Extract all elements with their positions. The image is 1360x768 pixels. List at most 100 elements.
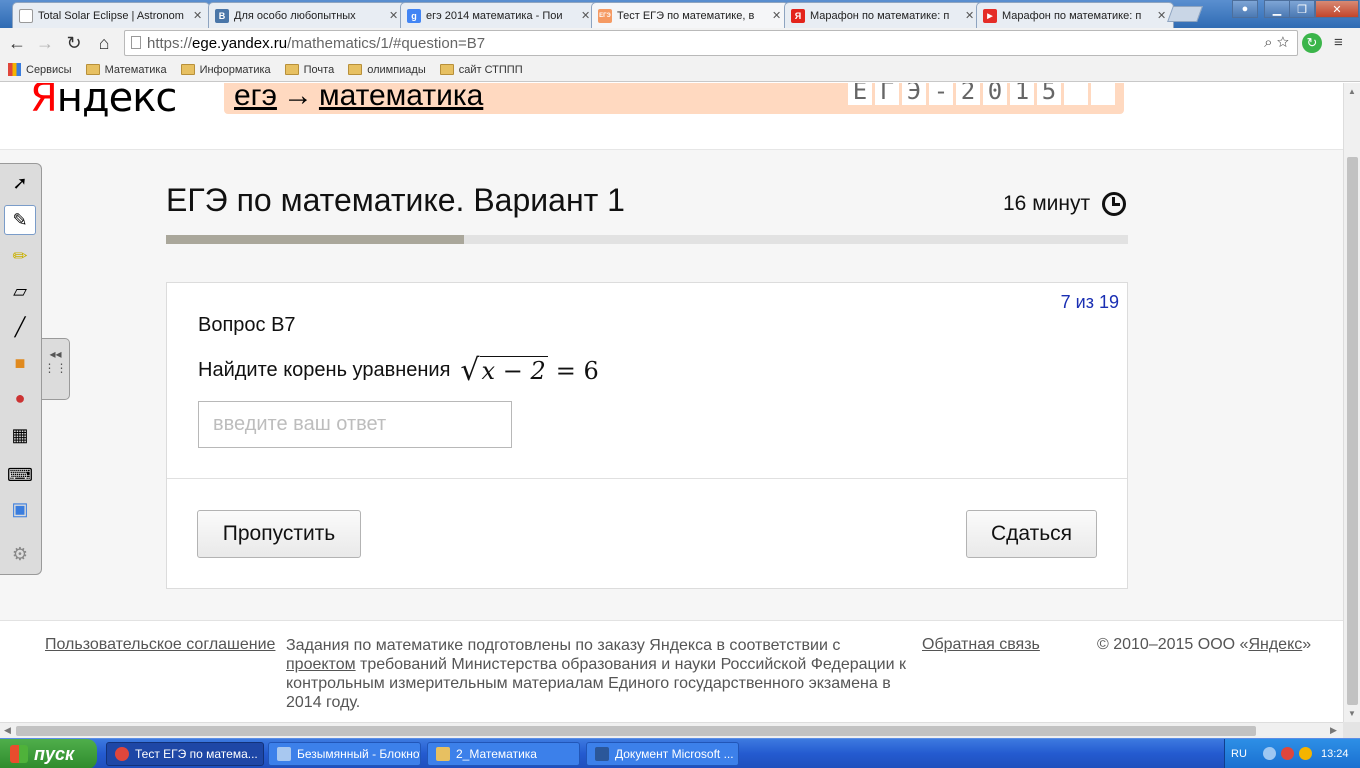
home-icon[interactable]: ⌂ <box>93 32 115 54</box>
breadcrumb: егэ → математика <box>234 83 483 113</box>
question-prompt: Найдите корень уравнения <box>198 359 451 381</box>
profile-icon[interactable]: ● <box>1232 0 1258 18</box>
eraser-icon[interactable]: ▱ <box>4 276 36 306</box>
yandex-icon: Я <box>791 8 805 23</box>
taskbar-item-notepad[interactable]: Безымянный - Блокнот <box>268 742 421 766</box>
scroll-left-icon[interactable]: ◀ <box>4 725 11 736</box>
network-icon[interactable] <box>1263 747 1276 760</box>
project-link[interactable]: проектом <box>286 656 356 673</box>
reload-icon[interactable]: ↻ <box>63 32 85 54</box>
bookmark-folder[interactable]: Информатика <box>180 64 271 76</box>
close-icon[interactable]: ✕ <box>193 9 203 22</box>
breadcrumb-ege-link[interactable]: егэ <box>234 83 277 112</box>
yandex-link[interactable]: Яндекс <box>1248 636 1302 653</box>
skip-button[interactable]: Пропустить <box>197 510 361 558</box>
answer-input[interactable] <box>198 401 512 448</box>
close-icon[interactable]: ✕ <box>581 9 591 22</box>
cursor-icon[interactable]: ➚ <box>4 168 36 198</box>
forward-arrow-icon[interactable]: → <box>34 32 56 54</box>
yandex-logo[interactable]: Яндекс <box>30 83 177 121</box>
pen-icon[interactable]: ✎ <box>4 205 36 235</box>
equation: √ x − 2 = 6 <box>460 353 598 388</box>
menu-icon[interactable]: ≡ <box>1334 34 1350 51</box>
bookmark-folder[interactable]: олимпиады <box>348 64 426 76</box>
folder-icon <box>85 64 100 75</box>
taskbar-item-browser[interactable]: Тест ЕГЭ по матема... <box>106 742 264 766</box>
progress-bar <box>166 235 1128 244</box>
maximize-icon[interactable]: ❐ <box>1289 0 1315 18</box>
windows-logo-icon <box>10 745 28 763</box>
terms-link[interactable]: Пользовательское соглашение <box>45 636 275 654</box>
bookmark-services[interactable]: Сервисы <box>8 63 72 76</box>
browser-tab-2[interactable]: В Для особо любопытных ✕ <box>208 2 406 28</box>
browser-tab-4[interactable]: ЕГЭ Тест ЕГЭ по математике, в ✕ <box>591 2 789 28</box>
bookmark-folder[interactable]: Почта <box>284 64 334 76</box>
page-icon <box>131 36 141 49</box>
horizontal-scrollbar[interactable]: ◀ ▶ <box>0 722 1343 738</box>
fill-icon[interactable]: ● <box>4 383 36 413</box>
browser-tab-1[interactable]: Total Solar Eclipse | Astronom ✕ <box>12 2 210 28</box>
give-up-button[interactable]: Сдаться <box>966 510 1097 558</box>
url-domain: ege.yandex.ru <box>192 34 288 52</box>
header-banner: егэ → математика Е Г Э - 2 0 1 5 <box>224 83 1124 114</box>
bookmark-star-icon[interactable]: ☆ <box>1277 34 1289 51</box>
address-bar[interactable]: https://ege.yandex.ru/mathematics/1/#que… <box>124 30 1298 56</box>
tab-title: Тест ЕГЭ по математике, в <box>617 9 755 22</box>
scroll-down-icon[interactable]: ▼ <box>1348 709 1356 718</box>
start-button[interactable]: пуск <box>0 739 97 768</box>
browser-tab-6[interactable]: ▶ Марафон по математике: п ✕ <box>976 2 1174 28</box>
scroll-thumb[interactable] <box>1347 157 1358 705</box>
close-icon[interactable]: ✕ <box>389 9 399 22</box>
ege-icon: ЕГЭ <box>598 8 612 23</box>
browser-tab-3[interactable]: g егэ 2014 математика - Пои ✕ <box>400 2 598 28</box>
breadcrumb-arrow: → <box>282 83 313 112</box>
footer: Пользовательское соглашение Задания по м… <box>0 621 1343 722</box>
taskbar-item-word[interactable]: Документ Microsoft ... <box>586 742 739 766</box>
vertical-scrollbar[interactable]: ▲ ▼ <box>1343 83 1360 722</box>
bookmark-folder[interactable]: сайт СТППП <box>439 64 523 76</box>
sqrt-sign: √ <box>460 353 480 388</box>
globe-icon <box>19 8 33 23</box>
close-icon[interactable]: ✕ <box>1157 9 1167 22</box>
line-icon[interactable]: ╱ <box>4 312 36 342</box>
taskbar-item-folder[interactable]: 2_Математика <box>427 742 580 766</box>
scroll-right-icon[interactable]: ▶ <box>1330 725 1337 736</box>
timer-label: 16 минут <box>1003 192 1091 215</box>
new-tab-button[interactable] <box>1167 6 1203 22</box>
antivirus-icon[interactable] <box>1281 747 1294 760</box>
calculator-icon[interactable]: ▦ <box>4 420 36 450</box>
browser-tab-5[interactable]: Я Марафон по математике: п ✕ <box>784 2 982 28</box>
google-icon: g <box>407 8 421 23</box>
notes-icon[interactable]: ▣ <box>4 494 36 524</box>
back-arrow-icon[interactable]: ← <box>6 32 28 54</box>
scroll-up-icon[interactable]: ▲ <box>1348 87 1356 96</box>
chrome-icon <box>115 747 129 761</box>
feedback-link[interactable]: Обратная связь <box>922 636 1040 654</box>
page-title: ЕГЭ по математике. Вариант 1 <box>166 182 625 218</box>
shapes-icon[interactable]: ■ <box>4 348 36 378</box>
chevron-left-icon: ◂◂ <box>49 347 62 361</box>
scroll-thumb[interactable] <box>16 726 1256 736</box>
tab-title: Total Solar Eclipse | Astronom <box>38 9 184 22</box>
minimize-icon[interactable]: ▁ <box>1264 0 1290 18</box>
bookmark-folder[interactable]: Математика <box>85 64 167 76</box>
close-icon[interactable]: ✕ <box>772 9 782 22</box>
breadcrumb-math-link[interactable]: математика <box>319 83 483 112</box>
year-cell <box>1064 83 1088 105</box>
keyboard-icon[interactable]: ⌨ <box>4 460 36 490</box>
language-indicator[interactable]: RU <box>1231 748 1247 760</box>
folder-icon <box>180 64 195 75</box>
window-close-icon[interactable]: ✕ <box>1315 0 1359 18</box>
folder-icon <box>436 747 450 761</box>
taskbar: пуск Тест ЕГЭ по матема... Безымянный - … <box>0 738 1360 768</box>
highlighter-icon[interactable]: ✏ <box>4 241 36 271</box>
close-icon[interactable]: ✕ <box>965 9 975 22</box>
year-cell: 0 <box>983 83 1007 105</box>
drawing-palette: ➚ ✎ ✏ ▱ ╱ ■ ● ▦ ⌨ ▣ ⚙ <box>0 163 42 575</box>
radicand: x − 2 <box>479 356 548 385</box>
volume-icon[interactable] <box>1299 747 1312 760</box>
palette-collapse-handle[interactable]: ◂◂ ⋮⋮ <box>42 338 70 400</box>
extension-icon[interactable]: ↻ <box>1302 33 1322 53</box>
settings-gear-icon[interactable]: ⚙ <box>4 539 36 569</box>
zoom-icon[interactable]: ⌕ <box>1264 34 1272 51</box>
